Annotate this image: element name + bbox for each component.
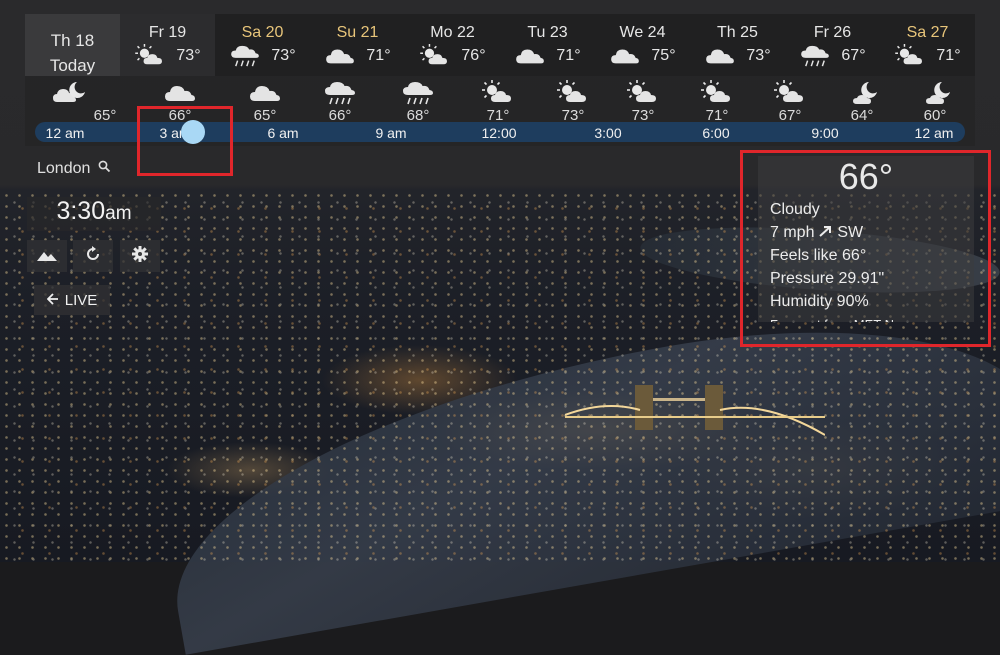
- moon-cloud-icon: [918, 80, 952, 106]
- time-label: 9:00: [811, 125, 839, 141]
- day-name: Mo 22: [430, 24, 475, 41]
- day-temp: 73°: [176, 47, 201, 64]
- sun-cloud-icon: [773, 80, 807, 106]
- rain-cloud-icon: [799, 44, 831, 68]
- location-name: London: [37, 160, 91, 177]
- refresh-button[interactable]: [73, 240, 113, 272]
- day-sub: Today: [49, 56, 96, 75]
- time-label: 12:00: [481, 125, 517, 141]
- cloud-icon: [163, 80, 197, 106]
- wind-row: 7 mph SW: [770, 221, 974, 244]
- clock-display: 3:30am: [27, 197, 161, 231]
- day-tab-5[interactable]: Tu 23 71°: [500, 14, 595, 76]
- day-temp: 73°: [271, 47, 296, 64]
- clock-ampm: am: [105, 203, 132, 224]
- live-label: LIVE: [64, 291, 98, 309]
- day-temp: 71°: [556, 47, 581, 64]
- day-name: Su 21: [336, 24, 379, 41]
- time-label: 6 am: [267, 125, 299, 141]
- day-temp: 71°: [366, 47, 391, 64]
- day-name: Fr 26: [813, 24, 852, 41]
- day-tab-2[interactable]: Sa 20 73°: [215, 14, 310, 76]
- day-tab-3[interactable]: Su 21 71°: [310, 14, 405, 76]
- day-temp: 67°: [841, 47, 866, 64]
- pressure: Pressure 29.91": [770, 270, 885, 287]
- sun-cloud-icon: [626, 80, 660, 106]
- live-button[interactable]: LIVE: [34, 285, 110, 315]
- forecast-source: Forecast from MET Norway: [770, 313, 974, 322]
- time-label: 12 am: [914, 125, 954, 141]
- day-name: Tu 23: [527, 24, 568, 41]
- day-temp: 75°: [651, 47, 676, 64]
- arrow-left-icon: [46, 292, 59, 309]
- highlight-box-timeline: [137, 106, 233, 176]
- sun-cloud-icon: [700, 80, 734, 106]
- day-tab-6[interactable]: We 24 75°: [595, 14, 690, 76]
- sun-cloud-icon: [481, 80, 515, 106]
- sun-cloud-icon: [419, 44, 451, 68]
- day-tab-9[interactable]: Sa 27 71°: [880, 14, 975, 76]
- settings-button[interactable]: [120, 240, 160, 272]
- day-name: Sa 20: [241, 24, 284, 41]
- time-label: 3:00: [594, 125, 622, 141]
- humidity: Humidity 90%: [770, 293, 869, 310]
- cloud-icon: [248, 80, 282, 106]
- background-image-button[interactable]: [27, 240, 67, 272]
- cloud-icon: [609, 44, 641, 68]
- day-tab-7[interactable]: Th 25 73°: [690, 14, 785, 76]
- rain-cloud-icon: [229, 44, 261, 68]
- cloud-icon: [514, 44, 546, 68]
- day-name: Th 18: [50, 31, 95, 50]
- cloud-icon: [704, 44, 736, 68]
- daily-forecast-strip: Th 18 Today Fr 19 73° Sa 20 73° Su 21 71° Mo 22 7…: [25, 14, 975, 76]
- day-name: We 24: [619, 24, 666, 41]
- day-temp: 73°: [746, 47, 771, 64]
- day-tab-8[interactable]: Fr 26 67°: [785, 14, 880, 76]
- time-label: 12 am: [45, 125, 85, 141]
- current-temperature: 66°: [838, 156, 894, 197]
- wind-direction: SW: [837, 224, 864, 241]
- feels-like: Feels like 66°: [770, 247, 867, 264]
- search-icon: [98, 160, 111, 178]
- time-label: 6:00: [702, 125, 730, 141]
- cloud-moon-icon: [53, 80, 87, 106]
- refresh-icon: [85, 245, 101, 267]
- landscape-icon: [37, 247, 57, 266]
- condition-text: Cloudy: [770, 201, 820, 218]
- day-name: Fr 19: [148, 24, 187, 41]
- wind-direction-icon: [819, 224, 837, 241]
- day-name: Th 25: [717, 24, 758, 41]
- sun-cloud-icon: [894, 44, 926, 68]
- wind-speed: 7 mph: [770, 224, 815, 241]
- gear-icon: [132, 245, 148, 267]
- day-temp: 71°: [936, 47, 961, 64]
- rain-cloud-icon: [323, 80, 357, 106]
- time-label: 9 am: [375, 125, 407, 141]
- day-name: Sa 27: [906, 24, 949, 41]
- sun-cloud-icon: [556, 80, 590, 106]
- day-tab-0[interactable]: Th 18 Today: [25, 14, 120, 76]
- day-temp: 76°: [461, 47, 486, 64]
- day-tab-4[interactable]: Mo 22 76°: [405, 14, 500, 76]
- location-selector[interactable]: London: [37, 160, 111, 178]
- sun-cloud-icon: [134, 44, 166, 68]
- day-tab-1[interactable]: Fr 19 73°: [120, 14, 215, 76]
- clock-time: 3:30: [56, 197, 106, 225]
- moon-cloud-icon: [845, 80, 879, 106]
- cloud-icon: [324, 44, 356, 68]
- current-conditions-panel: 66° Cloudy 7 mph SW Feels like 66° Press…: [758, 156, 974, 322]
- tower-bridge: [565, 385, 825, 436]
- rain-cloud-icon: [401, 80, 435, 106]
